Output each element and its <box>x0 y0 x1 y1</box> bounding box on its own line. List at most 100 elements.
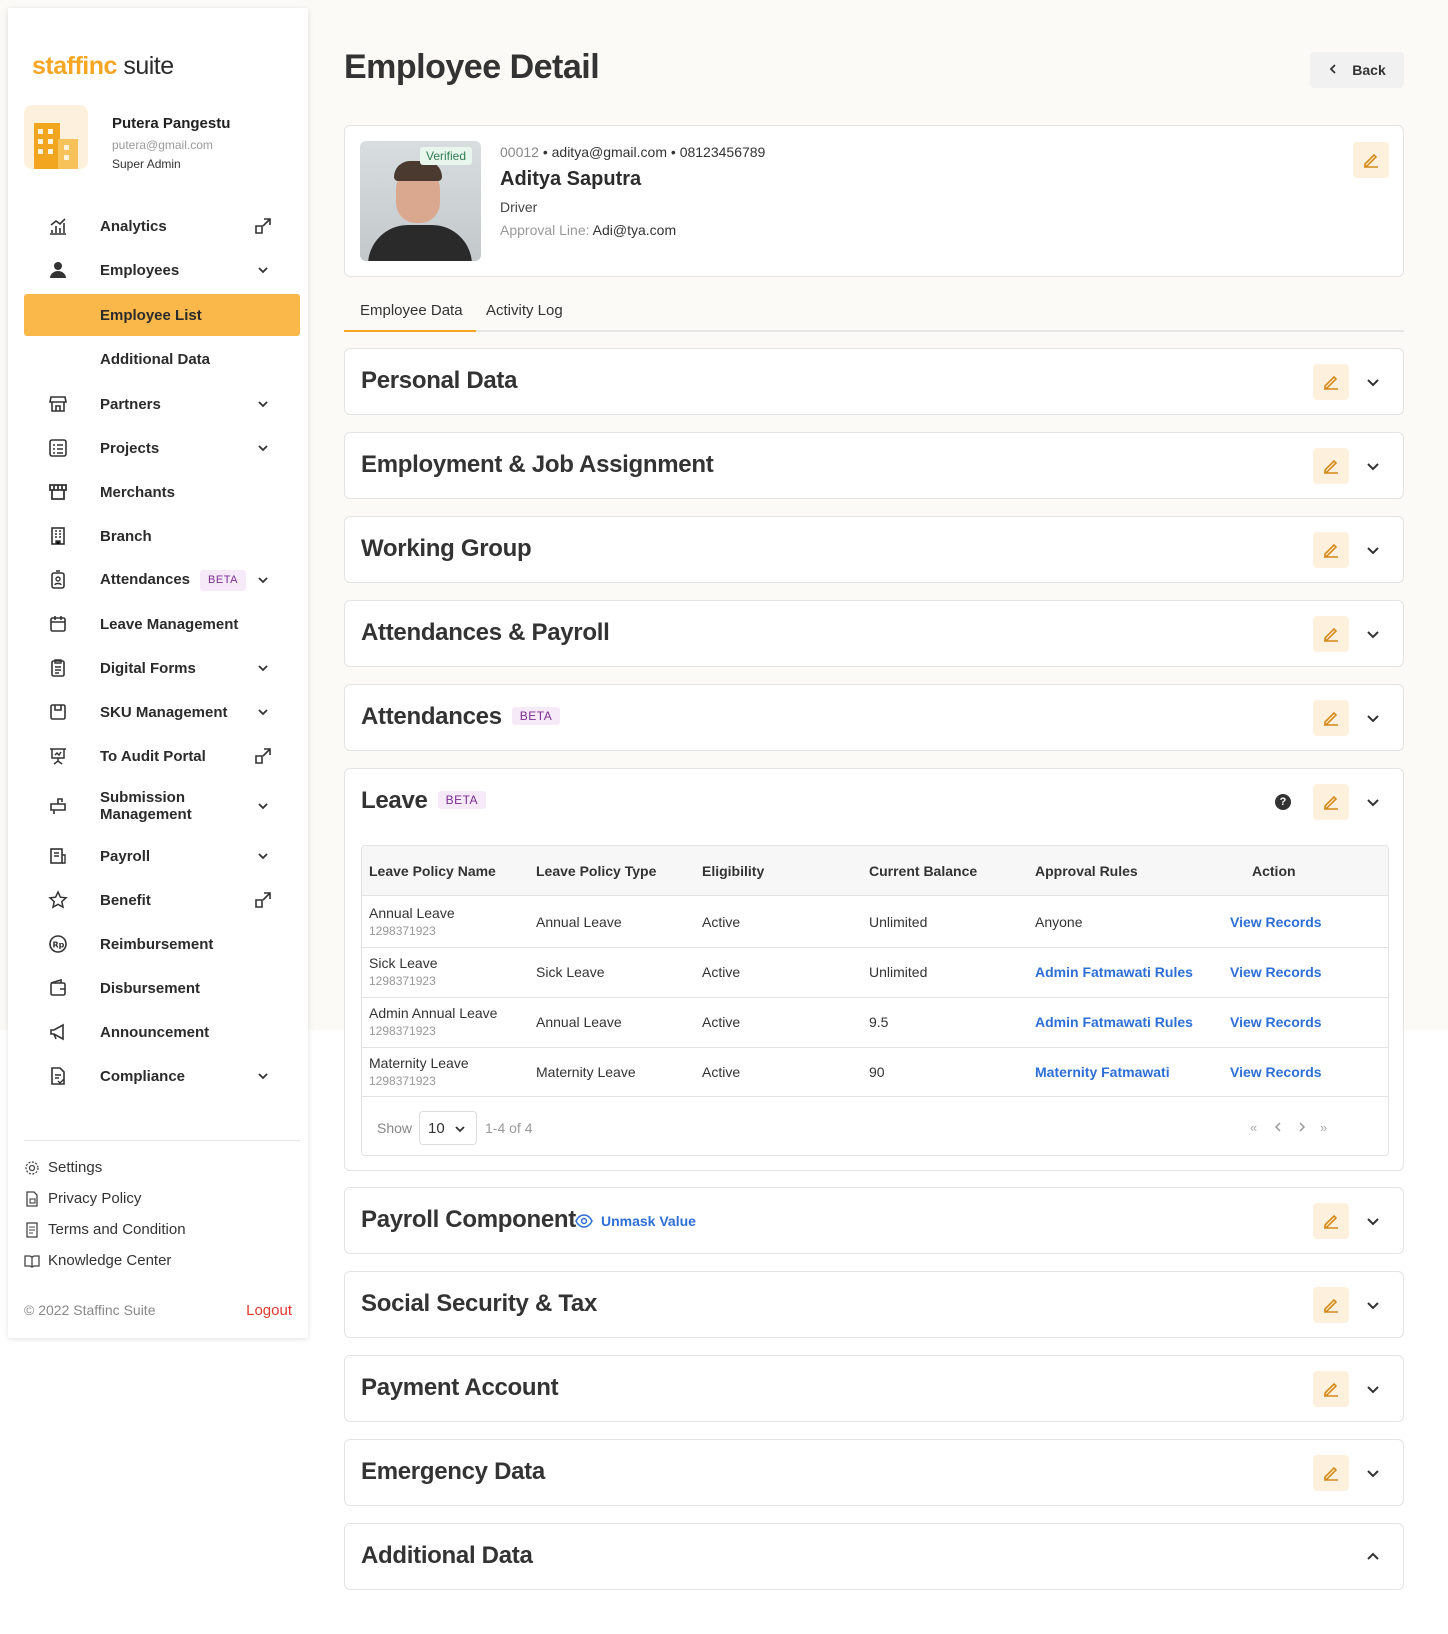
view-records-link[interactable]: View Records <box>1230 1014 1322 1030</box>
section-additional-data[interactable]: Additional Data <box>344 1523 1404 1590</box>
edit-section-button[interactable] <box>1313 364 1349 400</box>
edit-section-button[interactable] <box>1313 448 1349 484</box>
column-header: Approval Rules <box>1035 863 1138 879</box>
policy-type: Annual Leave <box>536 1014 622 1030</box>
sidebar-item-analytics[interactable]: Analytics <box>24 204 300 248</box>
sidebar-item-benefit[interactable]: Benefit <box>24 878 300 922</box>
last-page-icon[interactable]: » <box>1320 1120 1327 1135</box>
employee-position: Driver <box>500 199 538 215</box>
sidebar-item-disbursement[interactable]: Disbursement <box>24 966 300 1010</box>
section-payroll-component[interactable]: Payroll Component Unmask Value <box>344 1187 1404 1254</box>
section-personal-data[interactable]: Personal Data <box>344 348 1404 415</box>
edit-section-button[interactable] <box>1313 1203 1349 1239</box>
sidebar-item-branch[interactable]: Branch <box>24 514 300 558</box>
view-records-link[interactable]: View Records <box>1230 1064 1322 1080</box>
edit-section-button[interactable] <box>1313 1455 1349 1491</box>
chevron-down-icon[interactable] <box>1365 1297 1381 1313</box>
help-icon[interactable]: ? <box>1275 794 1291 810</box>
sidebar-item-sku-management[interactable]: SKU Management <box>24 690 300 734</box>
sidebar-item-employee-list[interactable]: Employee List <box>24 294 300 336</box>
sidebar-item-label: Digital Forms <box>100 659 196 677</box>
unmask-value-button[interactable]: Unmask Value <box>575 1213 696 1229</box>
view-records-link[interactable]: View Records <box>1230 914 1322 930</box>
next-page-icon[interactable] <box>1298 1120 1306 1135</box>
sidebar-item-submission-management[interactable]: Submission Management <box>24 778 300 834</box>
sidebar-item-leave-management[interactable]: Leave Management <box>24 602 300 646</box>
edit-section-button[interactable] <box>1313 1371 1349 1407</box>
sidebar-item-audit-portal[interactable]: To Audit Portal <box>24 734 300 778</box>
chevron-down-icon[interactable] <box>1365 710 1381 726</box>
section-attendances-payroll[interactable]: Attendances & Payroll <box>344 600 1404 667</box>
column-header: Eligibility <box>702 863 765 879</box>
edit-section-button[interactable] <box>1313 1287 1349 1323</box>
brand-logo[interactable]: staffinc suite <box>32 52 174 81</box>
edit-employee-button[interactable] <box>1353 142 1389 178</box>
chevron-down-icon[interactable] <box>1365 794 1381 810</box>
logout-button[interactable]: Logout <box>246 1302 292 1319</box>
clipboard-icon <box>48 658 68 678</box>
projects-icon <box>48 438 68 458</box>
building-avatar-icon <box>24 105 88 169</box>
sidebar-item-partners[interactable]: Partners <box>24 382 300 426</box>
column-header: Action <box>1252 863 1296 879</box>
table-row: Annual Leave 1298371923 Annual Leave Act… <box>362 896 1388 948</box>
privacy-policy-link[interactable]: Privacy Policy <box>24 1183 300 1214</box>
mailbox-icon <box>48 796 68 816</box>
employee-name: Aditya Saputra <box>500 168 642 190</box>
first-page-icon[interactable]: « <box>1250 1120 1257 1135</box>
edit-section-button[interactable] <box>1313 616 1349 652</box>
chevron-down-icon[interactable] <box>1365 1213 1381 1229</box>
section-attendances[interactable]: Attendances BETA <box>344 684 1404 751</box>
employees-icon <box>48 260 68 280</box>
edit-section-button[interactable] <box>1313 784 1349 820</box>
edit-section-button[interactable] <box>1313 532 1349 568</box>
section-social-security-tax[interactable]: Social Security & Tax <box>344 1271 1404 1338</box>
terms-link[interactable]: Terms and Condition <box>24 1214 300 1245</box>
employee-photo: Verified <box>360 141 481 261</box>
sidebar-item-attendances[interactable]: Attendances BETA <box>24 558 300 602</box>
sidebar-item-reimbursement[interactable]: Rp Reimbursement <box>24 922 300 966</box>
approval-rule-link[interactable]: Admin Fatmawati Rules <box>1035 964 1193 980</box>
sidebar-item-additional-data[interactable]: Additional Data <box>24 336 300 382</box>
settings-link[interactable]: Settings <box>24 1152 300 1183</box>
chevron-down-icon[interactable] <box>1365 1465 1381 1481</box>
chevron-down-icon[interactable] <box>1365 1381 1381 1397</box>
sidebar-item-compliance[interactable]: Compliance <box>24 1054 300 1098</box>
section-emergency-data[interactable]: Emergency Data <box>344 1439 1404 1506</box>
sidebar-item-label: Announcement <box>100 1023 210 1041</box>
prev-page-icon[interactable] <box>1274 1120 1282 1135</box>
section-employment[interactable]: Employment & Job Assignment <box>344 432 1404 499</box>
edit-section-button[interactable] <box>1313 700 1349 736</box>
sidebar-item-label: Compliance <box>100 1067 186 1085</box>
tab-activity-log[interactable]: Activity Log <box>486 302 563 319</box>
chevron-down-icon <box>258 803 268 810</box>
tab-employee-data[interactable]: Employee Data <box>360 302 463 319</box>
chevron-down-icon[interactable] <box>1365 458 1381 474</box>
sidebar-item-employees[interactable]: Employees <box>24 248 300 292</box>
page-size-select[interactable]: 10 <box>419 1111 477 1145</box>
back-button[interactable]: Back <box>1310 52 1404 88</box>
chevron-down-icon[interactable] <box>1365 374 1381 390</box>
knowledge-center-link[interactable]: Knowledge Center <box>24 1245 300 1276</box>
beta-badge: BETA <box>437 791 487 809</box>
sidebar-item-merchants[interactable]: Merchants <box>24 470 300 514</box>
approval-rule-link[interactable]: Admin Fatmawati Rules <box>1035 1014 1193 1030</box>
chevron-down-icon[interactable] <box>1365 626 1381 642</box>
approval-rule-link[interactable]: Maternity Fatmawati <box>1035 1064 1170 1080</box>
view-records-link[interactable]: View Records <box>1230 964 1322 980</box>
sidebar-item-digital-forms[interactable]: Digital Forms <box>24 646 300 690</box>
chevron-down-icon[interactable] <box>1365 542 1381 558</box>
sidebar-divider <box>24 1140 300 1141</box>
sidebar-item-projects[interactable]: Projects <box>24 426 300 470</box>
policy-type: Annual Leave <box>536 914 622 930</box>
payroll-icon <box>48 846 68 866</box>
chevron-up-icon[interactable] <box>1365 1549 1381 1565</box>
policy-type: Maternity Leave <box>536 1064 636 1080</box>
sidebar-item-payroll[interactable]: Payroll <box>24 834 300 878</box>
section-payment-account[interactable]: Payment Account <box>344 1355 1404 1422</box>
user-profile[interactable]: Putera Pangestu putera@gmail.com Super A… <box>24 105 294 175</box>
sidebar-item-announcement[interactable]: Announcement <box>24 1010 300 1054</box>
eligibility: Active <box>702 964 741 980</box>
section-working-group[interactable]: Working Group <box>344 516 1404 583</box>
logo-text: staffinc <box>32 52 117 80</box>
